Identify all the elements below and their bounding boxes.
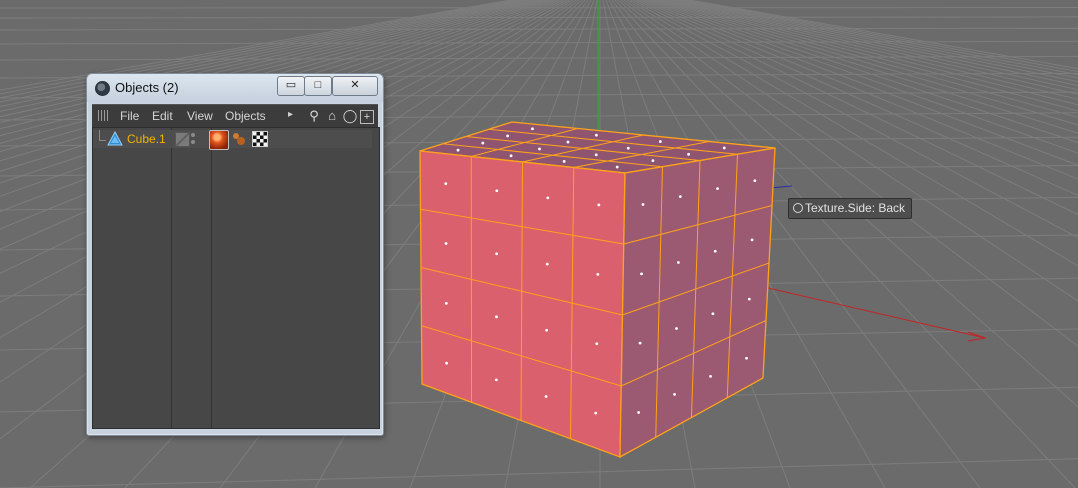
column-divider — [171, 128, 172, 428]
polygon-center-dot — [594, 411, 598, 415]
tooltip-circle-icon — [793, 203, 803, 213]
polygon-center-dot — [673, 393, 676, 396]
menu-view[interactable]: View — [187, 109, 213, 123]
polygon-center-dot — [444, 182, 448, 186]
maximize-button[interactable]: □ — [304, 76, 332, 96]
polygon-center-dot — [596, 272, 600, 276]
polygon-center-dot — [456, 148, 460, 152]
menu-objects[interactable]: Objects — [225, 109, 266, 123]
menu-overflow-arrow-icon[interactable]: ▸ — [288, 109, 293, 120]
eye-icon[interactable]: ◯ — [342, 108, 358, 124]
grip-handle-icon[interactable] — [98, 110, 109, 121]
polygon-center-dot — [544, 395, 548, 398]
cinema4d-logo-icon — [95, 81, 110, 96]
cube-icon — [107, 131, 123, 146]
polygon-center-dot — [676, 261, 680, 264]
polygon-center-dot — [545, 328, 549, 332]
polygon-center-dot — [481, 141, 485, 145]
polygon-center-dot — [753, 179, 757, 183]
polygon-center-dot — [444, 242, 448, 245]
polygon-center-dot — [747, 297, 751, 301]
minimize-button[interactable]: ▭ — [277, 76, 305, 96]
polygon-center-dot — [709, 374, 712, 378]
polygon-center-dot — [716, 187, 719, 191]
polygon-center-dot — [675, 327, 678, 330]
polygon-center-dot — [713, 249, 717, 253]
polygon-center-dot — [509, 154, 513, 158]
polygon-center-dot — [538, 147, 541, 151]
polygon-center-dot — [531, 127, 534, 131]
polygon-center-dot — [687, 152, 690, 156]
polygon-center-dot — [495, 189, 499, 193]
objects-manager-window[interactable]: Objects (2) ▭ □ ✕ File Edit View Objects… — [86, 73, 384, 436]
polygon-center-dot — [494, 378, 498, 382]
polygon-center-dot — [506, 134, 510, 138]
polygon-center-dot — [640, 272, 643, 276]
object-row[interactable]: Cube.1 — [93, 130, 372, 150]
polygon-center-dot — [595, 342, 599, 346]
polygon-center-dot — [745, 356, 748, 360]
polygon-center-dot — [678, 195, 682, 198]
polygon-center-dot — [638, 341, 642, 345]
polygon-center-dot — [615, 165, 619, 169]
polygon-center-dot — [711, 312, 715, 316]
polygon-center-dot — [658, 140, 662, 143]
polygon-center-dot — [444, 301, 448, 305]
polygon-center-dot — [562, 160, 566, 163]
tree-connector — [99, 130, 106, 141]
polygon-center-dot — [594, 153, 598, 157]
column-divider — [211, 128, 212, 428]
polygon-center-dot — [546, 196, 550, 200]
menu-file[interactable]: File — [120, 109, 139, 123]
close-button[interactable]: ✕ — [332, 76, 378, 96]
window-title: Objects (2) — [115, 80, 179, 95]
polygon-center-dot — [750, 238, 754, 242]
polygon-center-dot — [626, 146, 630, 150]
tooltip-text: Texture.Side: Back — [805, 201, 906, 215]
window-titlebar[interactable]: Objects (2) ▭ □ ✕ — [87, 74, 383, 102]
polygon-center-dot — [495, 315, 498, 319]
polygon-center-dot — [597, 203, 601, 207]
material-tag-icon[interactable] — [209, 130, 229, 150]
new-object-icon[interactable]: + — [360, 110, 374, 124]
layer-edit-icon[interactable] — [175, 132, 190, 147]
polygon-center-dot — [651, 159, 655, 163]
polygon-center-dot — [566, 140, 570, 144]
object-name[interactable]: Cube.1 — [127, 132, 166, 146]
home-icon[interactable]: ⌂ — [324, 108, 340, 124]
menu-bar: File Edit View Objects ▸ ⚲ ⌂ ◯ + — [92, 104, 378, 127]
viewport-tooltip: Texture.Side: Back — [788, 198, 913, 219]
polygon-center-dot — [637, 411, 641, 414]
polygon-center-dot — [545, 262, 549, 266]
search-icon[interactable]: ⚲ — [306, 108, 322, 124]
polygon-center-dot — [641, 203, 645, 206]
polygon-center-dot — [445, 361, 449, 365]
visibility-dots-icon[interactable] — [191, 132, 196, 145]
phong-tag-icon[interactable] — [232, 132, 246, 146]
polygon-center-dot — [595, 133, 598, 137]
object-list-panel[interactable]: Cube.1 — [92, 127, 380, 429]
menu-edit[interactable]: Edit — [152, 109, 173, 123]
polygon-center-dot — [495, 252, 499, 256]
polygon-center-dot — [722, 146, 726, 150]
uvw-tag-icon[interactable] — [252, 131, 268, 147]
